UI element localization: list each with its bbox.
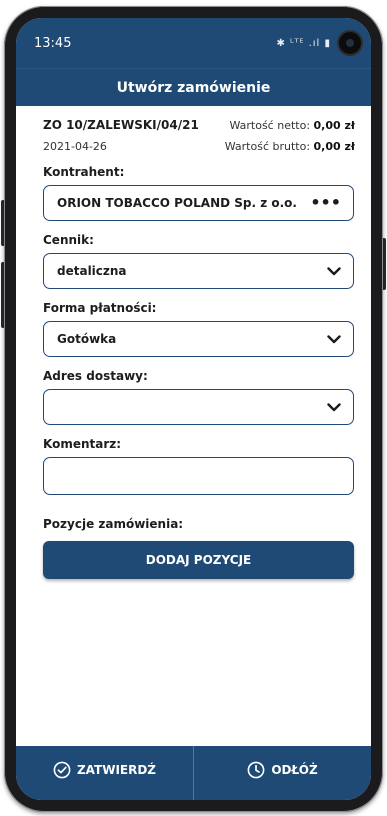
status-bar: 13:45 ✱ ᴸᵀᴱ .ıl ▮: [16, 18, 371, 68]
chevron-down-icon: [327, 334, 341, 344]
document-date-row: 2021-04-26 Wartość brutto: 0,00 zł: [43, 132, 355, 153]
document-summary-row: ZO 10/ZALEWSKI/04/21 Wartość netto: 0,00…: [43, 118, 355, 132]
signal-battery-icons: ✱ ᴸᵀᴱ .ıl ▮: [276, 37, 331, 49]
check-circle-icon: [53, 761, 71, 779]
bottom-action-bar: ZATWIERDŹ ODŁÓŻ: [16, 746, 371, 800]
add-positions-button[interactable]: DODAJ POZYCJE: [43, 541, 354, 579]
document-date: 2021-04-26: [43, 140, 107, 153]
status-icons-group: ✱ ᴸᵀᴱ .ıl ▮: [276, 30, 363, 56]
confirm-button[interactable]: ZATWIERDŹ: [16, 746, 193, 800]
price-list-label: Cennik:: [43, 233, 94, 247]
order-positions-label: Pozycje zamówienia:: [43, 517, 184, 531]
gross-value: 0,00 zł: [313, 140, 355, 153]
net-value: 0,00 zł: [313, 119, 355, 132]
chevron-down-icon: [327, 402, 341, 412]
contractor-label: Kontrahent:: [43, 165, 125, 179]
order-form: ZO 10/ZALEWSKI/04/21 Wartość netto: 0,00…: [16, 106, 371, 579]
app-screen: 13:45 ✱ ᴸᵀᴱ .ıl ▮ Utwórz zamówienie ZO 1…: [16, 18, 371, 800]
confirm-label: ZATWIERDŹ: [76, 763, 157, 777]
page-title: Utwórz zamówienie: [16, 68, 371, 106]
delivery-address-label: Adres dostawy:: [43, 369, 148, 383]
payment-method-label: Forma płatności:: [43, 301, 157, 315]
postpone-label: ODŁÓŻ: [271, 763, 318, 777]
delivery-address-select[interactable]: [43, 389, 354, 425]
net-value-label: Wartość netto:: [229, 119, 311, 132]
net-value-line: Wartość netto: 0,00 zł: [229, 119, 355, 132]
postpone-button[interactable]: ODŁÓŻ: [193, 746, 371, 800]
document-number: ZO 10/ZALEWSKI/04/21: [43, 118, 199, 132]
more-options-icon[interactable]: •••: [310, 195, 341, 211]
comment-input[interactable]: [43, 457, 354, 495]
contractor-value: ORION TOBACCO POLAND Sp. z o.o.: [57, 196, 297, 210]
payment-method-value: Gotówka: [57, 332, 117, 346]
contractor-field[interactable]: ORION TOBACCO POLAND Sp. z o.o. •••: [43, 185, 354, 221]
price-list-value: detaliczna: [57, 264, 127, 278]
chevron-down-icon: [327, 266, 341, 276]
gross-value-line: Wartość brutto: 0,00 zł: [225, 140, 355, 153]
payment-method-select[interactable]: Gotówka: [43, 321, 354, 357]
clock-icon: [247, 761, 265, 779]
comment-label: Komentarz:: [43, 437, 122, 451]
price-list-select[interactable]: detaliczna: [43, 253, 354, 289]
phone-mockup: 13:45 ✱ ᴸᵀᴱ .ıl ▮ Utwórz zamówienie ZO 1…: [0, 0, 387, 816]
front-camera-icon: [337, 30, 363, 56]
gross-value-label: Wartość brutto:: [224, 140, 311, 153]
status-time: 13:45: [34, 35, 72, 51]
